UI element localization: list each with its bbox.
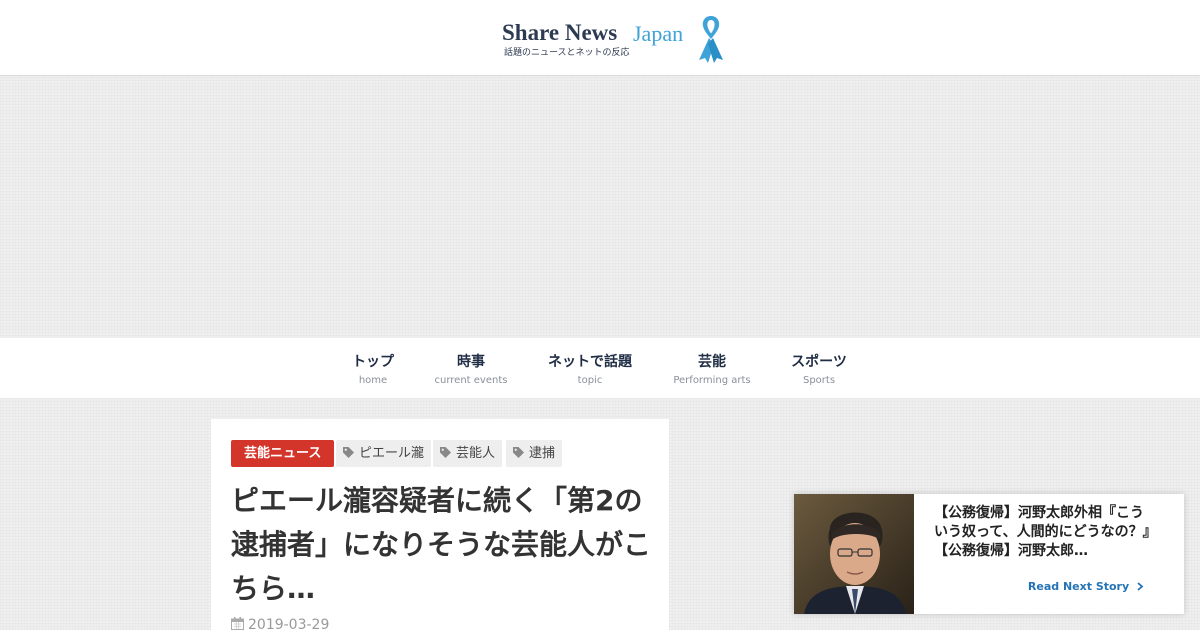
awareness-ribbon-icon: [699, 16, 723, 63]
nav-item-sublabel: Sports: [802, 375, 836, 386]
tag-label: 逮捕: [529, 446, 556, 461]
read-next-story-widget[interactable]: 【公務復帰】河野太郎外相『こういう奴って、人間的にどうなの？』【公務復帰】河野太…: [794, 494, 1184, 614]
logo-share-text: Share News: [502, 20, 618, 45]
tag-label: ピエール瀧: [359, 446, 425, 461]
tag-link[interactable]: ピエール瀧: [336, 440, 432, 467]
nav-item-sublabel: home: [358, 375, 388, 386]
nav-item-label: トップ: [352, 354, 394, 370]
tag-link[interactable]: 逮捕: [506, 440, 563, 467]
nav-item-sublabel: Performing arts: [673, 375, 751, 386]
post-date-value: 2019-03-29: [248, 617, 330, 630]
nav-item-top[interactable]: トップ home: [352, 351, 394, 386]
site-logo[interactable]: Share News Japan 話題のニュースとネットの反応: [502, 14, 728, 64]
main-nav: トップ home 時事 current events ネットで話題 topic …: [0, 338, 1200, 398]
next-story-title[interactable]: 【公務復帰】河野太郎外相『こういう奴って、人間的にどうなの？』【公務復帰】河野太…: [934, 504, 1154, 561]
nav-item-label: 芸能: [698, 354, 726, 370]
nav-item-topic[interactable]: ネットで話題 topic: [546, 351, 634, 386]
chevron-right-icon: [1137, 582, 1144, 591]
logo-japan-text: Japan: [633, 21, 684, 46]
person-photo-icon: [794, 494, 914, 614]
nav-item-current-events[interactable]: 時事 current events: [431, 351, 511, 386]
tag-icon: [440, 447, 451, 458]
nav-item-label: スポーツ: [791, 354, 847, 370]
tag-icon: [513, 447, 524, 458]
nav-item-label: 時事: [457, 354, 485, 370]
nav-item-performing-arts[interactable]: 芸能 Performing arts: [670, 351, 754, 386]
nav-item-sublabel: current events: [434, 375, 508, 386]
tag-link[interactable]: 芸能人: [433, 440, 503, 467]
site-header: Share News Japan 話題のニュースとネットの反応: [0, 0, 1200, 76]
post-date: 2019-03-29: [231, 617, 329, 630]
ad-placeholder-area: [0, 77, 1200, 337]
next-story-thumbnail[interactable]: [794, 494, 914, 614]
tag-label: 芸能人: [456, 446, 496, 461]
logo-tagline: 話題のニュースとネットの反応: [504, 48, 630, 58]
calendar-icon: [231, 617, 244, 630]
article-title[interactable]: ピエール瀧容疑者に続く「第2の逮捕者」になりそうな芸能人がこちら…: [231, 479, 656, 611]
tag-icon: [343, 447, 354, 458]
read-next-story-link[interactable]: Read Next Story: [1028, 580, 1144, 593]
nav-item-sublabel: topic: [577, 375, 603, 386]
article-card: 芸能ニュース ピエール瀧 芸能人 逮捕 ピエール瀧容疑者に続く「第2の逮捕者」に…: [211, 419, 669, 630]
read-next-story-label: Read Next Story: [1027, 580, 1130, 593]
category-badge[interactable]: 芸能ニュース: [231, 440, 335, 467]
nav-item-sports[interactable]: スポーツ Sports: [788, 351, 850, 386]
nav-item-label: ネットで話題: [548, 354, 632, 370]
